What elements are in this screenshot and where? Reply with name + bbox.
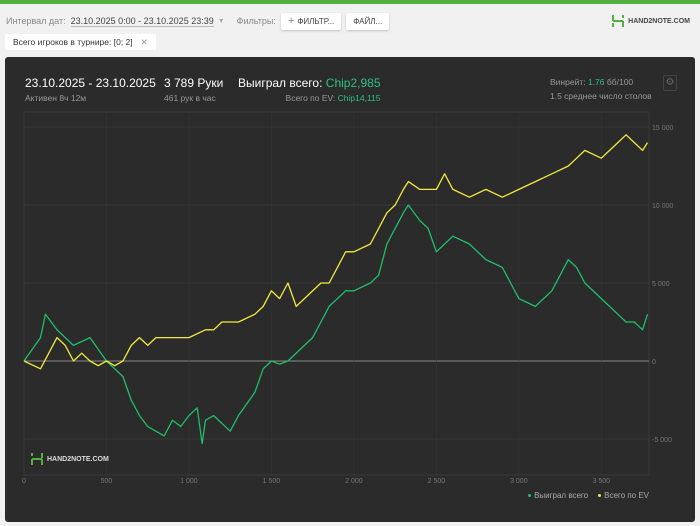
add-filter-button[interactable]: + ФИЛЬТР...	[280, 12, 342, 30]
filter-chip[interactable]: Всего игроков в турнире: [0; 2] ✕	[5, 34, 156, 50]
watermark-text: HAND2NOTE.COM	[47, 455, 109, 463]
plot-area	[23, 111, 650, 476]
plus-icon: +	[287, 15, 295, 27]
y-tick-label: -5 000	[652, 437, 672, 444]
hand2note-watermark-icon	[31, 453, 43, 465]
filter-chip-label: Всего игроков в турнире: [0; 2]	[13, 37, 133, 47]
x-tick-label: 3 500	[593, 478, 611, 485]
y-tick-label: 5 000	[652, 281, 670, 288]
legend-dot	[528, 494, 532, 498]
x-tick-label: 2 500	[428, 478, 446, 485]
filters-label: Фильтры:	[236, 16, 276, 26]
legend-won-label: Выиграл всего	[534, 491, 589, 500]
y-tick-label: 10 000	[652, 203, 674, 210]
close-icon[interactable]: ✕	[141, 37, 148, 48]
series-line-won	[23, 204, 649, 445]
hand2note-watermark: HAND2NOTE.COM	[30, 452, 109, 466]
series-line-ev	[23, 134, 649, 370]
legend-ev[interactable]: Всего по EV	[598, 491, 649, 500]
y-tick-label: 15 000	[652, 125, 674, 132]
x-tick-label: 500	[101, 478, 113, 485]
top-accent-bar	[0, 0, 700, 4]
graph-panel: 23.10.2025 - 23.10.2025 Активен 8ч 12м 3 …	[5, 57, 695, 522]
chevron-down-icon[interactable]: ▼	[218, 18, 225, 25]
legend-ev-label: Всего по EV	[604, 491, 649, 500]
x-tick-label: 1 500	[263, 478, 281, 485]
x-tick-label: 1 000	[180, 478, 198, 485]
y-tick-label: 0	[652, 359, 656, 366]
interval-label: Интервал дат:	[6, 16, 66, 26]
add-filter-label: ФИЛЬТР...	[297, 16, 335, 26]
x-tick-label: 0	[22, 478, 26, 485]
legend-won[interactable]: Выиграл всего	[528, 491, 588, 500]
date-interval-select[interactable]: 23.10.2025 0:00 - 23.10.2025 23:39	[70, 16, 214, 27]
files-button[interactable]: ФАЙЛ...	[346, 12, 390, 30]
x-tick-label: 2 000	[345, 478, 363, 485]
chart-legend: Выиграл всего Всего по EV	[528, 491, 649, 500]
x-tick-label: 3 000	[510, 478, 528, 485]
logo-text: HAND2NOTE.COM	[628, 17, 690, 25]
filter-bar: Интервал дат: 23.10.2025 0:00 - 23.10.20…	[6, 12, 690, 30]
hand2note-logo: HAND2NOTE.COM	[611, 14, 690, 28]
legend-dot	[598, 494, 602, 498]
hand2note-logo-icon	[612, 15, 625, 27]
